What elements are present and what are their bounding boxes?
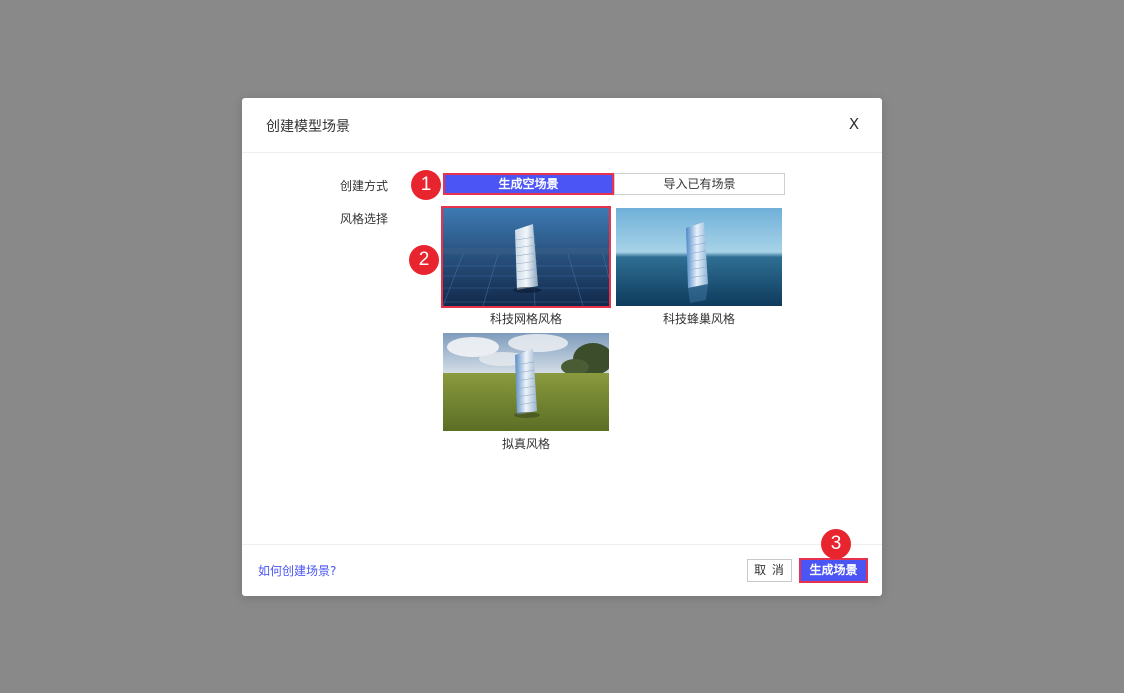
dialog-footer: 如何创建场景? 取 消 生成场景 [242,544,882,596]
help-link[interactable]: 如何创建场景? [258,562,336,579]
style-card-tech-honeycomb[interactable]: 科技蜂巢风格 [616,208,782,327]
style-caption-tech-grid: 科技网格风格 [489,312,562,326]
step-marker-1: 1 [411,170,441,200]
cancel-button[interactable]: 取 消 [747,559,792,582]
close-button[interactable]: X [844,112,864,136]
import-existing-scene-option[interactable]: 导入已有场景 [614,173,785,195]
generate-scene-button[interactable]: 生成场景 [799,558,868,583]
style-card-realistic[interactable]: 拟真风格 [443,333,609,452]
generate-empty-scene-option[interactable]: 生成空场景 [443,173,614,195]
tech-grid-thumbnail [441,206,611,308]
create-scene-dialog: 创建模型场景 X 创建方式 风格选择 生成空场景 导入已有场景 科技网格风格 科… [242,98,882,596]
tech-honeycomb-thumbnail [616,208,782,306]
style-caption-tech-honeycomb: 科技蜂巢风格 [662,312,735,326]
realistic-thumbnail [443,333,609,431]
style-caption-realistic: 拟真风格 [501,437,550,451]
dialog-title: 创建模型场景 [266,119,350,135]
step-marker-3: 3 [821,529,851,559]
step-marker-2: 2 [409,245,439,275]
create-method-label: 创建方式 [340,179,389,193]
style-label: 风格选择 [340,212,389,226]
create-method-toggle: 生成空场景 导入已有场景 [443,173,785,195]
style-card-tech-grid[interactable]: 科技网格风格 [441,206,611,327]
dialog-header: 创建模型场景 X [242,98,882,153]
